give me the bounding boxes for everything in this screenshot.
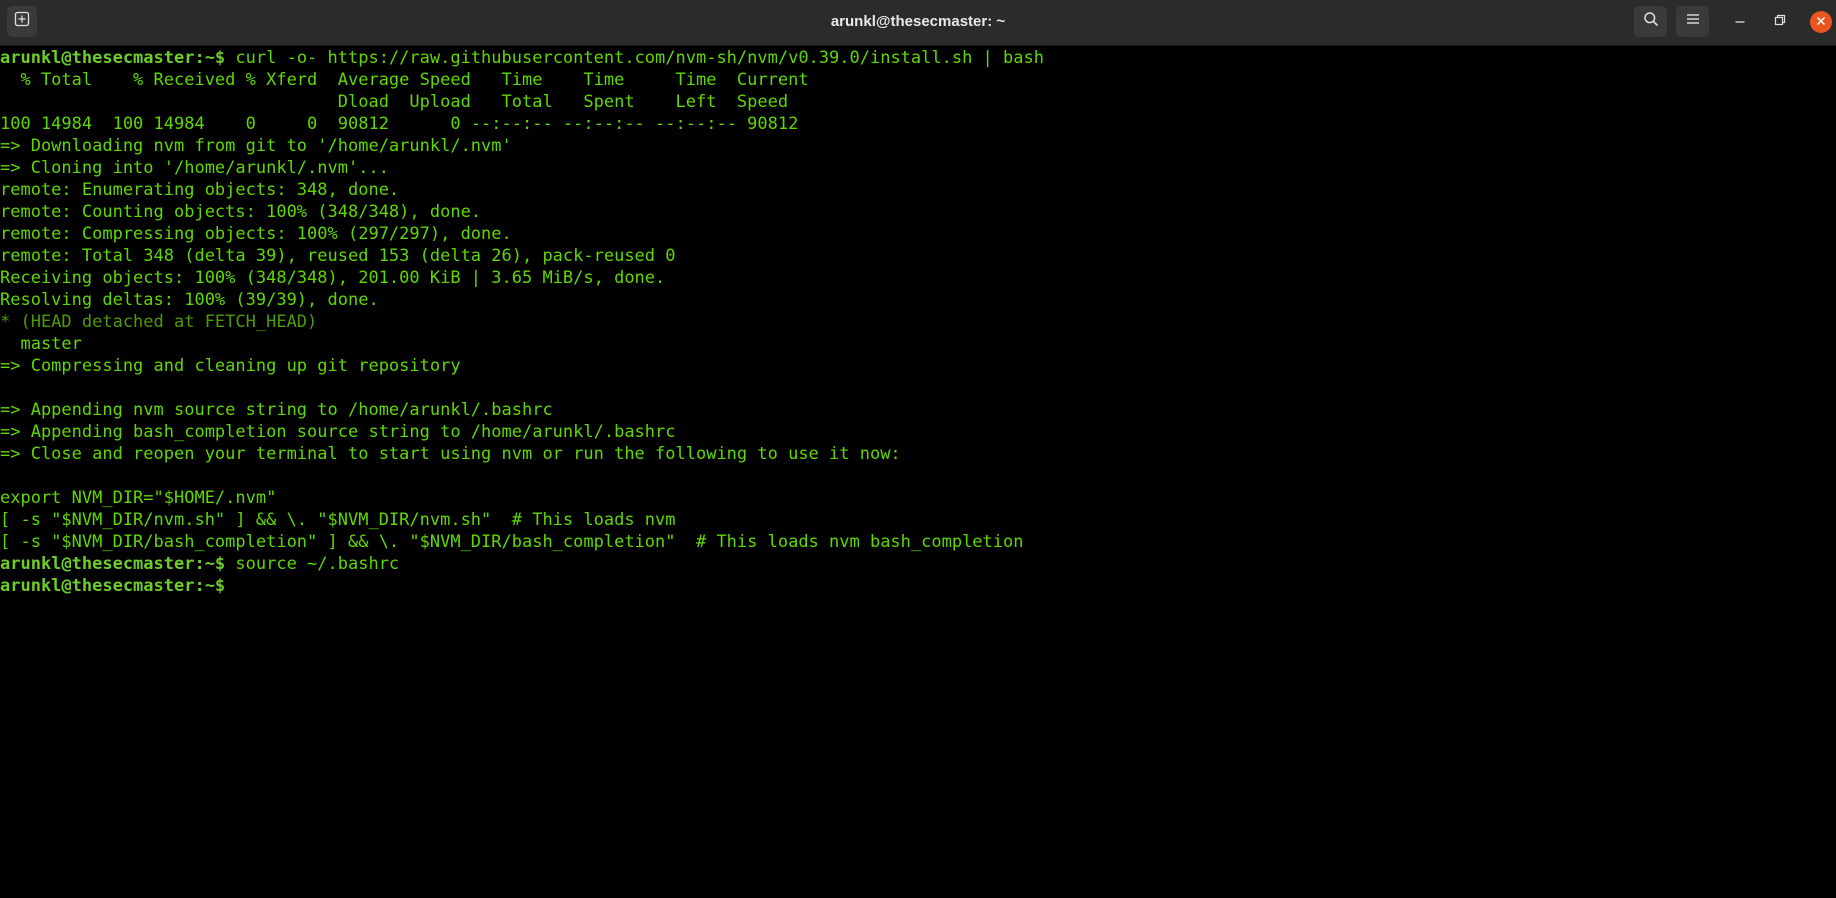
output-text: Resolving deltas: 100% (39/39), done. — [0, 290, 379, 310]
output-text: [ -s "$NVM_DIR/nvm.sh" ] && \. "$NVM_DIR… — [0, 510, 676, 530]
output-text: * (HEAD detached at FETCH_HEAD) — [0, 312, 318, 332]
output-text: => Close and reopen your terminal to sta… — [0, 444, 901, 464]
terminal-line: remote: Total 348 (delta 39), reused 153… — [0, 245, 1836, 267]
minimize-icon — [1734, 13, 1746, 31]
shell-prompt: arunkl@thesecmaster:~$ — [0, 48, 226, 68]
terminal-line: % Total % Received % Xferd Average Speed… — [0, 69, 1836, 91]
minimize-button[interactable] — [1728, 10, 1752, 34]
title-bar[interactable]: arunkl@thesecmaster: ~ — [0, 0, 1836, 46]
output-text: remote: Counting objects: 100% (348/348)… — [0, 202, 482, 222]
restore-icon — [1774, 13, 1786, 31]
terminal-line: Dload Upload Total Spent Left Speed — [0, 91, 1836, 113]
terminal-line: Receiving objects: 100% (348/348), 201.0… — [0, 267, 1836, 289]
command-text: source ~/.bashrc — [225, 554, 400, 574]
terminal-line: 100 14984 100 14984 0 0 90812 0 --:--:--… — [0, 113, 1836, 135]
output-text: master — [0, 334, 82, 354]
terminal-line: remote: Counting objects: 100% (348/348)… — [0, 201, 1836, 223]
output-text: export NVM_DIR="$HOME/.nvm" — [0, 488, 277, 508]
terminal-line: => Compressing and cleaning up git repos… — [0, 355, 1836, 377]
terminal-line: * (HEAD detached at FETCH_HEAD) — [0, 311, 1836, 333]
output-text: Receiving objects: 100% (348/348), 201.0… — [0, 268, 666, 288]
terminal-window: arunkl@thesecmaster: ~ arunkl@thesecmast… — [0, 0, 1836, 898]
shell-prompt: arunkl@thesecmaster:~$ — [0, 576, 226, 596]
output-text: 100 14984 100 14984 0 0 90812 0 --:--:--… — [0, 114, 799, 134]
terminal-line: remote: Enumerating objects: 348, done. — [0, 179, 1836, 201]
search-icon — [1643, 11, 1659, 32]
output-text: => Appending nvm source string to /home/… — [0, 400, 553, 420]
terminal-line: Resolving deltas: 100% (39/39), done. — [0, 289, 1836, 311]
terminal-line: => Appending nvm source string to /home/… — [0, 399, 1836, 421]
output-text: [ -s "$NVM_DIR/bash_completion" ] && \. … — [0, 532, 1024, 552]
window-title: arunkl@thesecmaster: ~ — [830, 13, 1006, 30]
terminal-line: => Close and reopen your terminal to sta… — [0, 443, 1836, 465]
output-text: % Total % Received % Xferd Average Speed… — [0, 70, 809, 90]
command-text: curl -o- https://raw.githubusercontent.c… — [225, 48, 1044, 68]
terminal-line: [ -s "$NVM_DIR/bash_completion" ] && \. … — [0, 531, 1836, 553]
terminal-line: remote: Compressing objects: 100% (297/2… — [0, 223, 1836, 245]
terminal-line: arunkl@thesecmaster:~$ curl -o- https://… — [0, 47, 1836, 69]
output-text: => Compressing and cleaning up git repos… — [0, 356, 461, 376]
output-text: Dload Upload Total Spent Left Speed — [0, 92, 789, 112]
output-text: remote: Total 348 (delta 39), reused 153… — [0, 246, 676, 266]
terminal-line: arunkl@thesecmaster:~$ — [0, 575, 1836, 597]
output-text: remote: Enumerating objects: 348, done. — [0, 180, 400, 200]
terminal-line: => Downloading nvm from git to '/home/ar… — [0, 135, 1836, 157]
terminal-line: => Cloning into '/home/arunkl/.nvm'... — [0, 157, 1836, 179]
output-text: => Cloning into '/home/arunkl/.nvm'... — [0, 158, 389, 178]
terminal-line: arunkl@thesecmaster:~$ source ~/.bashrc — [0, 553, 1836, 575]
shell-prompt: arunkl@thesecmaster:~$ — [0, 554, 226, 574]
terminal-output[interactable]: arunkl@thesecmaster:~$ curl -o- https://… — [0, 47, 1836, 898]
output-text: => Downloading nvm from git to '/home/ar… — [0, 136, 512, 156]
terminal-line: => Appending bash_completion source stri… — [0, 421, 1836, 443]
menu-button[interactable] — [1676, 6, 1709, 37]
terminal-line: [ -s "$NVM_DIR/nvm.sh" ] && \. "$NVM_DIR… — [0, 509, 1836, 531]
close-button[interactable] — [1810, 11, 1832, 33]
hamburger-menu-icon — [1686, 12, 1700, 31]
close-icon — [1816, 13, 1826, 31]
restore-button[interactable] — [1768, 10, 1792, 34]
search-button[interactable] — [1634, 6, 1667, 37]
terminal-line: master — [0, 333, 1836, 355]
output-text: remote: Compressing objects: 100% (297/2… — [0, 224, 512, 244]
output-text: => Appending bash_completion source stri… — [0, 422, 676, 442]
terminal-line: export NVM_DIR="$HOME/.nvm" — [0, 487, 1836, 509]
